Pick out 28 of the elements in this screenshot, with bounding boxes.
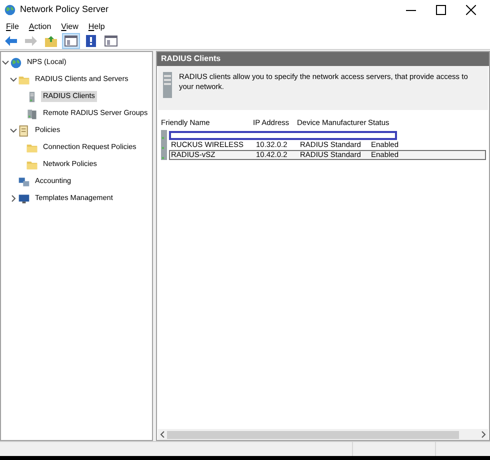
scrollbar-thumb[interactable] (167, 430, 459, 438)
document-icon (18, 124, 30, 136)
globe-icon (4, 4, 16, 16)
folder-up-icon[interactable] (42, 33, 60, 49)
chevron-down-icon[interactable] (10, 127, 17, 134)
windows-icon (18, 176, 30, 188)
folder-icon (18, 74, 30, 86)
close-icon (466, 5, 476, 15)
menu-item[interactable]: View (61, 20, 78, 32)
server-icon (162, 72, 173, 98)
globe-icon (10, 56, 22, 68)
pane-icon[interactable] (62, 33, 80, 49)
chevron-down-icon[interactable] (10, 76, 17, 83)
panel-header: RADIUS Clients (157, 52, 489, 66)
monitor-icon (18, 192, 30, 204)
pane-icon[interactable] (102, 33, 120, 49)
scroll-left-icon[interactable] (160, 431, 165, 438)
maximize-icon (436, 5, 446, 15)
chevron-down-icon[interactable] (2, 59, 9, 66)
scroll-right-icon[interactable] (481, 431, 486, 438)
window-title: Network Policy Server (20, 3, 109, 16)
folder-icon (26, 158, 38, 170)
chevron-right-icon[interactable] (10, 195, 17, 202)
menu-item[interactable]: Help (88, 20, 105, 32)
servers-icon (26, 108, 38, 120)
menu-item[interactable]: Action (28, 20, 52, 32)
menu-item[interactable]: File (6, 20, 19, 32)
folder-icon (26, 142, 38, 154)
